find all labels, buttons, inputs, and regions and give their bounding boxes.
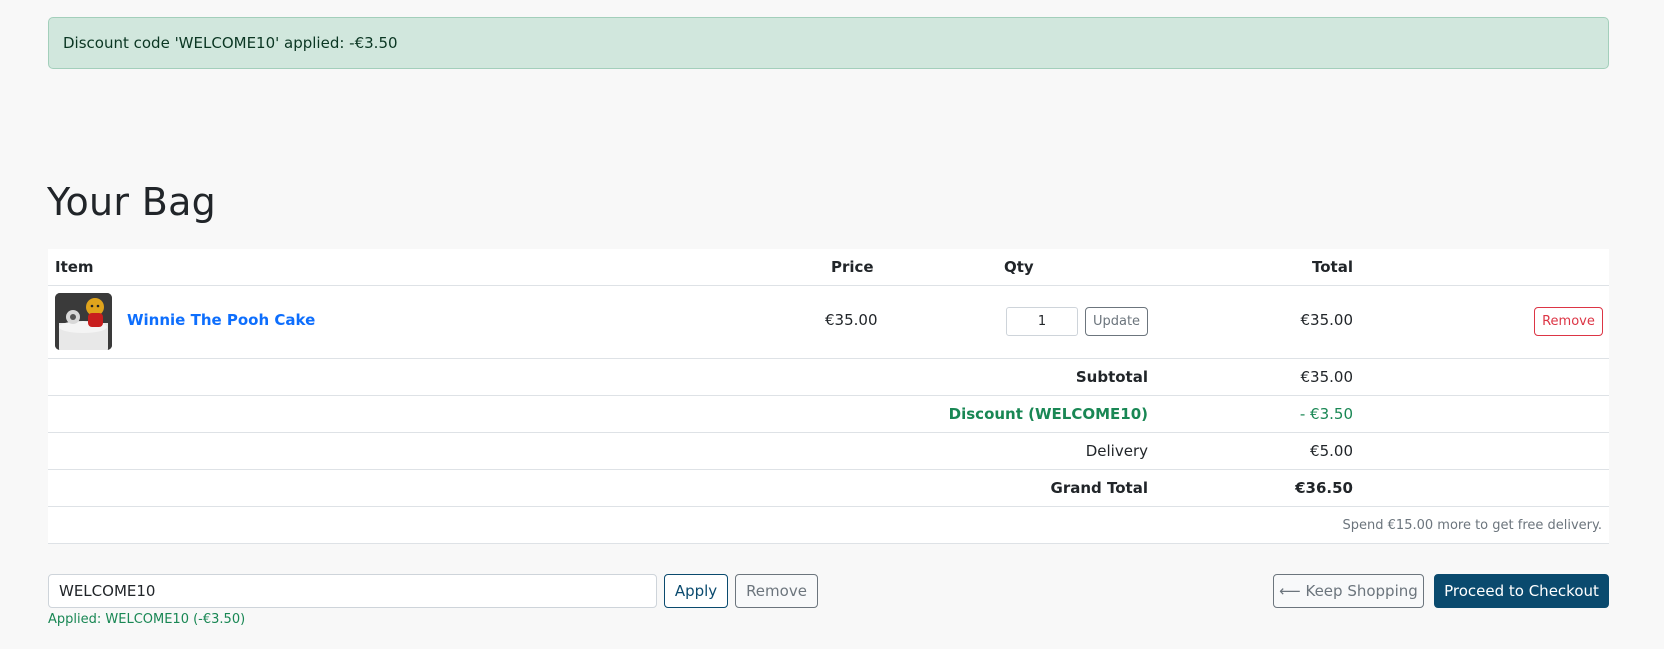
delivery-row: Delivery €5.00 (48, 433, 1609, 470)
grand-total-label: Grand Total (1050, 479, 1148, 497)
update-quantity-button[interactable]: Update (1085, 307, 1148, 336)
quantity-input[interactable] (1006, 307, 1078, 336)
page-title: Your Bag (47, 180, 217, 224)
delivery-label: Delivery (1085, 442, 1148, 460)
header-total: Total (1312, 258, 1353, 276)
item-total: €35.00 (1300, 311, 1354, 329)
discount-applied-alert: Discount code 'WELCOME10' applied: -€3.5… (48, 17, 1609, 69)
product-name-link[interactable]: Winnie The Pooh Cake (127, 311, 315, 329)
item-price: €35.00 (825, 311, 878, 329)
table-header-row: Item Price Qty Total (48, 249, 1609, 286)
subtotal-label: Subtotal (1075, 368, 1148, 386)
bag-table: Item Price Qty Total Winnie The Pooh Cak… (48, 249, 1609, 544)
free-delivery-row: Spend €15.00 more to get free delivery. (48, 507, 1609, 544)
header-qty: Qty (1004, 258, 1034, 276)
keep-shopping-button[interactable]: ⟵ Keep Shopping (1273, 574, 1424, 608)
subtotal-value: €35.00 (1300, 368, 1354, 386)
table-row: Winnie The Pooh Cake €35.00 Update €35.0… (48, 286, 1609, 359)
grand-total-row: Grand Total €36.50 (48, 470, 1609, 507)
product-image (55, 293, 112, 350)
apply-code-button[interactable]: Apply (664, 574, 728, 608)
remove-item-button[interactable]: Remove (1534, 307, 1603, 336)
discount-label: Discount (WELCOME10) (948, 405, 1148, 423)
applied-code-message: Applied: WELCOME10 (-€3.50) (48, 612, 246, 627)
discount-value: - €3.50 (1299, 405, 1353, 423)
discount-code-input[interactable] (48, 574, 657, 608)
remove-code-button[interactable]: Remove (735, 574, 818, 608)
grand-total-value: €36.50 (1295, 479, 1353, 497)
discount-row: Discount (WELCOME10) - €3.50 (48, 396, 1609, 433)
free-delivery-note: Spend €15.00 more to get free delivery. (1342, 518, 1602, 533)
subtotal-row: Subtotal €35.00 (48, 359, 1609, 396)
header-item: Item (55, 258, 94, 276)
delivery-value: €5.00 (1310, 442, 1353, 460)
header-price: Price (831, 258, 874, 276)
checkout-button[interactable]: Proceed to Checkout (1434, 574, 1609, 608)
